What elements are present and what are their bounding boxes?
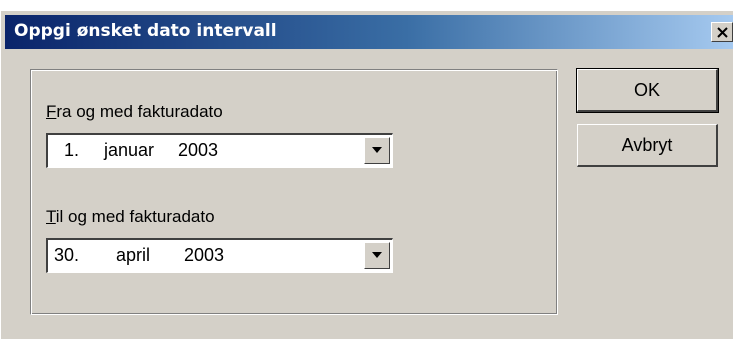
date-range-dialog: Oppgi ønsket dato intervall Fra og med f…: [0, 10, 733, 339]
from-day[interactable]: 1.: [64, 140, 79, 161]
to-month[interactable]: april: [116, 245, 150, 266]
to-day[interactable]: 30.: [54, 245, 79, 266]
from-year[interactable]: 2003: [178, 140, 218, 161]
from-month[interactable]: januar: [104, 140, 154, 161]
title-bar[interactable]: Oppgi ønsket dato intervall: [5, 15, 733, 49]
from-date-label: Fra og med fakturadato: [46, 102, 223, 121]
from-date-picker[interactable]: 1. januar 2003: [46, 133, 393, 168]
to-year[interactable]: 2003: [184, 245, 224, 266]
cancel-button[interactable]: Avbryt: [577, 124, 718, 167]
to-date-picker[interactable]: 30. april 2003: [46, 238, 393, 273]
close-button[interactable]: [711, 22, 733, 42]
chevron-down-icon: [372, 147, 382, 153]
from-date-dropdown-button[interactable]: [364, 137, 390, 164]
to-date-dropdown-button[interactable]: [364, 242, 390, 269]
ok-button[interactable]: OK: [576, 68, 719, 113]
dialog-title: Oppgi ønsket dato intervall: [14, 21, 277, 41]
to-date-label: Til og med fakturadato: [46, 207, 215, 226]
close-icon: [717, 27, 728, 38]
chevron-down-icon: [372, 252, 382, 258]
